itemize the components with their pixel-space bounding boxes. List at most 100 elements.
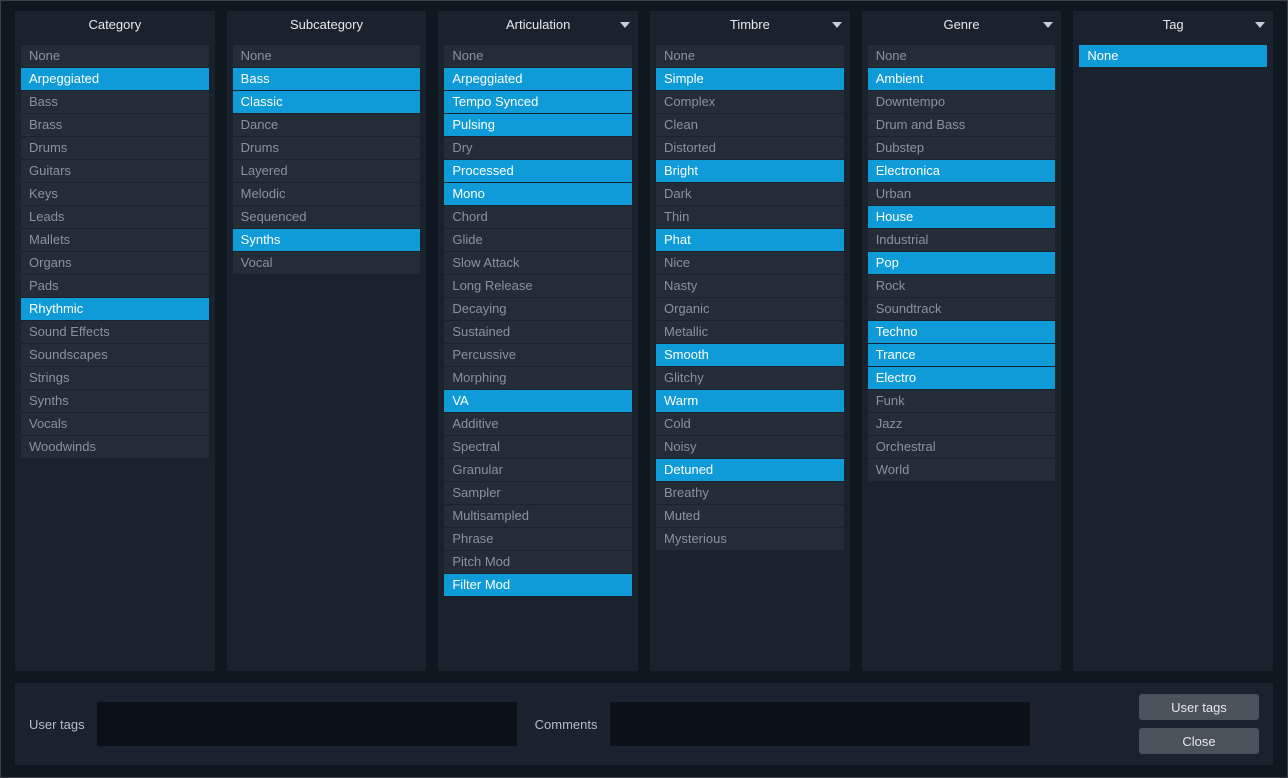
list-item[interactable]: Distorted bbox=[656, 137, 844, 159]
list-item[interactable]: Phat bbox=[656, 229, 844, 251]
list-item[interactable]: Sequenced bbox=[233, 206, 421, 228]
list-item[interactable]: Mallets bbox=[21, 229, 209, 251]
list-item[interactable]: Sampler bbox=[444, 482, 632, 504]
list-item[interactable]: Bass bbox=[21, 91, 209, 113]
list-item[interactable]: Granular bbox=[444, 459, 632, 481]
list-item[interactable]: Woodwinds bbox=[21, 436, 209, 458]
comments-input[interactable] bbox=[610, 702, 1030, 746]
list-item[interactable]: Simple bbox=[656, 68, 844, 90]
list-item[interactable]: Noisy bbox=[656, 436, 844, 458]
list-item[interactable]: Arpeggiated bbox=[21, 68, 209, 90]
list-item[interactable]: Sustained bbox=[444, 321, 632, 343]
user-tags-button[interactable]: User tags bbox=[1139, 694, 1259, 720]
list-item[interactable]: Soundscapes bbox=[21, 344, 209, 366]
list-item[interactable]: Downtempo bbox=[868, 91, 1056, 113]
list-item[interactable]: Glide bbox=[444, 229, 632, 251]
list-item[interactable]: Strings bbox=[21, 367, 209, 389]
list-item[interactable]: Metallic bbox=[656, 321, 844, 343]
list-item[interactable]: Drums bbox=[21, 137, 209, 159]
list-item[interactable]: Cold bbox=[656, 413, 844, 435]
list-item[interactable]: Phrase bbox=[444, 528, 632, 550]
list-item[interactable]: VA bbox=[444, 390, 632, 412]
list-item[interactable]: Leads bbox=[21, 206, 209, 228]
user-tags-input[interactable] bbox=[97, 702, 517, 746]
list-item[interactable]: Thin bbox=[656, 206, 844, 228]
list-item[interactable]: Warm bbox=[656, 390, 844, 412]
list-item[interactable]: Dry bbox=[444, 137, 632, 159]
list-item[interactable]: None bbox=[444, 45, 632, 67]
list-item[interactable]: Electro bbox=[868, 367, 1056, 389]
list-item[interactable]: Mono bbox=[444, 183, 632, 205]
list-item[interactable]: World bbox=[868, 459, 1056, 481]
list-item[interactable]: Bass bbox=[233, 68, 421, 90]
list-item[interactable]: Percussive bbox=[444, 344, 632, 366]
list-item[interactable]: Drum and Bass bbox=[868, 114, 1056, 136]
list-item[interactable]: Urban bbox=[868, 183, 1056, 205]
list-item[interactable]: Clean bbox=[656, 114, 844, 136]
list-item[interactable]: Techno bbox=[868, 321, 1056, 343]
list-item[interactable]: Industrial bbox=[868, 229, 1056, 251]
list-item[interactable]: Chord bbox=[444, 206, 632, 228]
close-button[interactable]: Close bbox=[1139, 728, 1259, 754]
list-item[interactable]: Glitchy bbox=[656, 367, 844, 389]
list-item[interactable]: Decaying bbox=[444, 298, 632, 320]
list-item[interactable]: Dance bbox=[233, 114, 421, 136]
list-item[interactable]: Complex bbox=[656, 91, 844, 113]
list-item[interactable]: Melodic bbox=[233, 183, 421, 205]
list-item[interactable]: Rock bbox=[868, 275, 1056, 297]
list-item[interactable]: Layered bbox=[233, 160, 421, 182]
list-item[interactable]: Multisampled bbox=[444, 505, 632, 527]
list-item[interactable]: Pulsing bbox=[444, 114, 632, 136]
list-item[interactable]: Tempo Synced bbox=[444, 91, 632, 113]
list-item[interactable]: Funk bbox=[868, 390, 1056, 412]
list-item[interactable]: Drums bbox=[233, 137, 421, 159]
list-item[interactable]: Filter Mod bbox=[444, 574, 632, 596]
list-item[interactable]: House bbox=[868, 206, 1056, 228]
list-item[interactable]: Morphing bbox=[444, 367, 632, 389]
list-item[interactable]: Nice bbox=[656, 252, 844, 274]
column-header-articulation[interactable]: Articulation bbox=[438, 11, 638, 39]
list-item[interactable]: Vocal bbox=[233, 252, 421, 274]
list-item[interactable]: Muted bbox=[656, 505, 844, 527]
list-item[interactable]: Detuned bbox=[656, 459, 844, 481]
list-item[interactable]: Nasty bbox=[656, 275, 844, 297]
list-item[interactable]: Processed bbox=[444, 160, 632, 182]
list-item[interactable]: Mysterious bbox=[656, 528, 844, 550]
list-item[interactable]: Spectral bbox=[444, 436, 632, 458]
list-item[interactable]: Organs bbox=[21, 252, 209, 274]
list-item[interactable]: Arpeggiated bbox=[444, 68, 632, 90]
list-item[interactable]: Vocals bbox=[21, 413, 209, 435]
list-item[interactable]: Breathy bbox=[656, 482, 844, 504]
list-item[interactable]: None bbox=[21, 45, 209, 67]
list-item[interactable]: Jazz bbox=[868, 413, 1056, 435]
list-item[interactable]: Pop bbox=[868, 252, 1056, 274]
list-item[interactable]: Pitch Mod bbox=[444, 551, 632, 573]
list-item[interactable]: Pads bbox=[21, 275, 209, 297]
list-item[interactable]: Long Release bbox=[444, 275, 632, 297]
list-item[interactable]: Soundtrack bbox=[868, 298, 1056, 320]
list-item[interactable]: Electronica bbox=[868, 160, 1056, 182]
list-item[interactable]: Organic bbox=[656, 298, 844, 320]
list-item[interactable]: Classic bbox=[233, 91, 421, 113]
column-header-timbre[interactable]: Timbre bbox=[650, 11, 850, 39]
list-item[interactable]: Ambient bbox=[868, 68, 1056, 90]
list-item[interactable]: None bbox=[233, 45, 421, 67]
list-item[interactable]: Bright bbox=[656, 160, 844, 182]
column-header-genre[interactable]: Genre bbox=[862, 11, 1062, 39]
list-item[interactable]: Dubstep bbox=[868, 137, 1056, 159]
list-item[interactable]: None bbox=[868, 45, 1056, 67]
list-item[interactable]: Guitars bbox=[21, 160, 209, 182]
list-item[interactable]: Sound Effects bbox=[21, 321, 209, 343]
list-item[interactable]: Slow Attack bbox=[444, 252, 632, 274]
list-item[interactable]: Orchestral bbox=[868, 436, 1056, 458]
list-item[interactable]: Dark bbox=[656, 183, 844, 205]
list-item[interactable]: Keys bbox=[21, 183, 209, 205]
list-item[interactable]: Brass bbox=[21, 114, 209, 136]
list-item[interactable]: Synths bbox=[21, 390, 209, 412]
list-item[interactable]: None bbox=[656, 45, 844, 67]
list-item[interactable]: Rhythmic bbox=[21, 298, 209, 320]
list-item[interactable]: Trance bbox=[868, 344, 1056, 366]
list-item[interactable]: Smooth bbox=[656, 344, 844, 366]
list-item[interactable]: Additive bbox=[444, 413, 632, 435]
list-item[interactable]: Synths bbox=[233, 229, 421, 251]
